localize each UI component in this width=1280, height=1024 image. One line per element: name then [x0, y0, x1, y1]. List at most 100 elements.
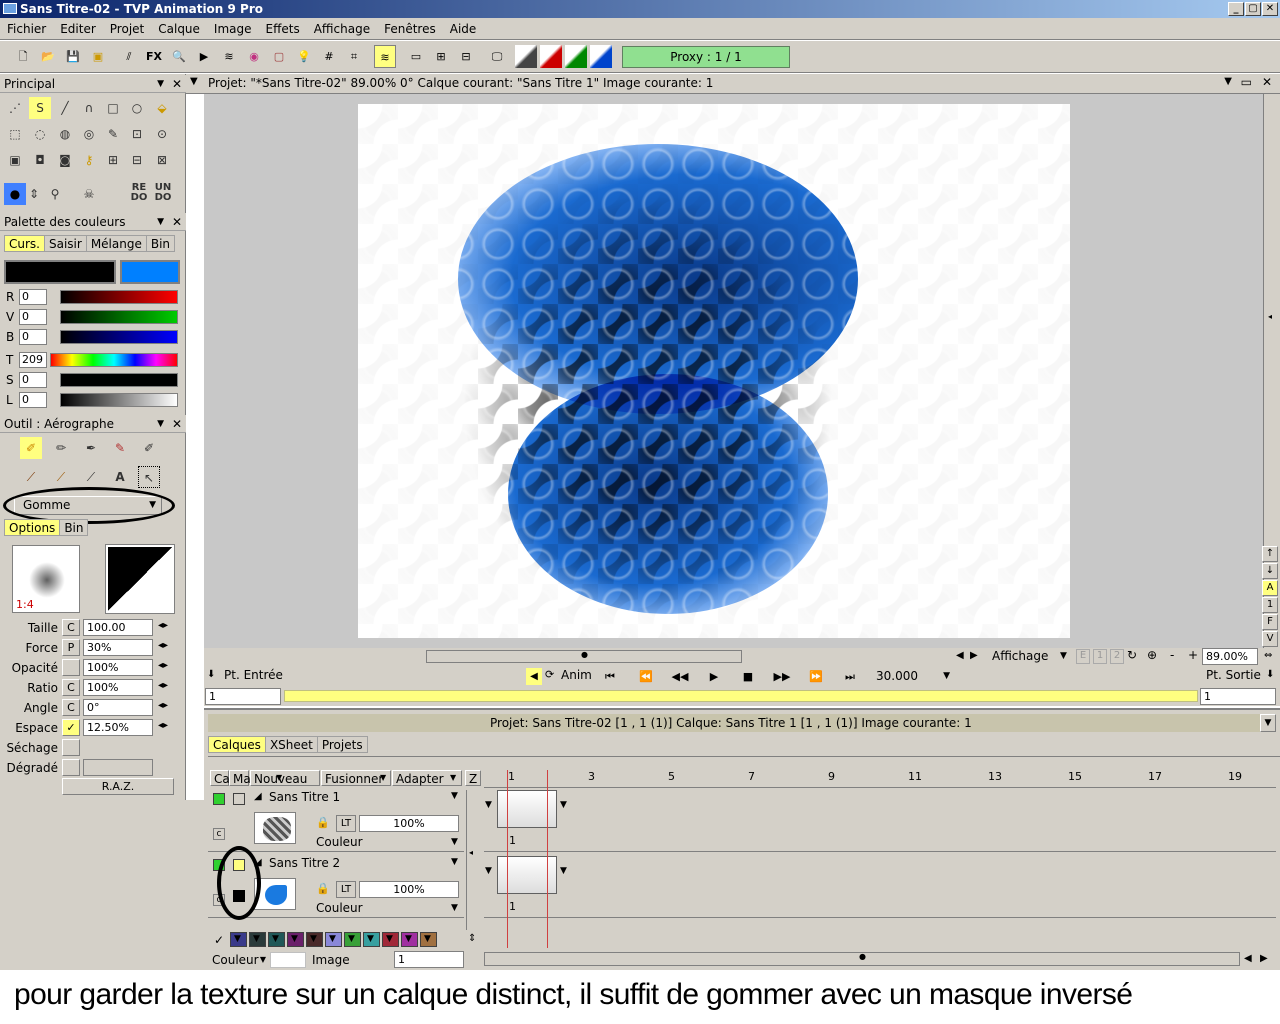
brush-preview[interactable]: 1:4 [12, 545, 80, 613]
menu-projet[interactable]: Projet [103, 18, 151, 40]
step-forward-icon[interactable]: ▶▶ [768, 668, 796, 686]
drawing-canvas[interactable] [358, 104, 1070, 638]
tab-bin[interactable]: Bin [145, 235, 176, 252]
folder-icon[interactable]: ▣ [87, 45, 109, 68]
select-lasso-icon[interactable]: ◍ [54, 123, 76, 145]
col-ma[interactable]: Ma [229, 770, 251, 786]
chevron-down-icon[interactable]: ▼ [157, 415, 164, 433]
minimize-button[interactable]: _ [1228, 2, 1244, 16]
skull-icon[interactable]: ☠ [78, 183, 100, 205]
color-group-chip[interactable]: ▼ [325, 932, 342, 947]
curve-tool-icon[interactable]: ∩ [78, 97, 100, 119]
open-folder-icon[interactable]: 📂 [37, 45, 59, 68]
couleur-dropdown[interactable]: Couleur ▼ [208, 951, 268, 969]
transform-icon[interactable]: ⊞ [102, 149, 124, 171]
arrows-icon[interactable]: ◂▸ [158, 660, 168, 671]
paint-select-icon[interactable]: ◙ [54, 149, 76, 171]
fps-select[interactable]: 30.000 ▼ [872, 668, 954, 685]
mask-toggle[interactable] [233, 793, 245, 805]
brush-select-icon[interactable]: ▣ [4, 149, 26, 171]
zoom-icon[interactable]: 🔍 [168, 45, 190, 68]
col-ca[interactable]: Ca [210, 770, 230, 786]
out-point-field[interactable]: 1 [1200, 688, 1276, 705]
opacity-field[interactable]: 100% [359, 815, 459, 832]
lock-icon[interactable]: 🔒 [316, 816, 330, 829]
param-value-field[interactable]: 100% [83, 659, 153, 676]
restore-icon[interactable]: ▭ [1241, 75, 1252, 89]
zoom-in-button[interactable]: + [1188, 648, 1198, 662]
keyframe-instance[interactable] [497, 856, 557, 894]
color-group-chip[interactable]: ▼ [420, 932, 437, 947]
light-table-button[interactable]: LT [336, 815, 356, 832]
side-1-button[interactable]: 1 [1262, 597, 1278, 613]
scroll-thumb[interactable]: ● [581, 650, 588, 659]
table-icon[interactable]: ⊞ [430, 45, 452, 68]
lock-icon[interactable]: 🔒 [316, 882, 330, 895]
secondary-color-swatch[interactable] [120, 260, 180, 284]
new-file-icon[interactable]: 🗋 [12, 45, 34, 68]
arrow-left-icon[interactable]: ◀ [956, 650, 964, 661]
step-back-icon[interactable]: ◀◀ [666, 668, 694, 686]
chevron-down-icon[interactable]: ▼ [1260, 714, 1276, 732]
scroll-thumb[interactable]: ◂ [469, 848, 473, 857]
layers-icon[interactable]: ≋ [218, 45, 240, 68]
pt-sortie-button[interactable]: Pt. Sortie [1206, 668, 1261, 682]
param-mode-button[interactable]: C [62, 619, 80, 636]
pencil-tool-icon[interactable]: ✏ [50, 437, 72, 459]
custom-tool-icon[interactable]: ↖ [138, 466, 160, 488]
dotted-line-tool-icon[interactable]: ⋰ [4, 97, 26, 119]
tab-bin[interactable]: Bin [59, 519, 89, 536]
reset-button[interactable]: R.A.Z. [62, 778, 174, 795]
param-mode-button[interactable] [62, 759, 80, 776]
slider-s[interactable] [60, 373, 178, 387]
chevron-down-icon[interactable]: ▼ [1060, 651, 1067, 661]
arrow-down-icon[interactable]: ⬇ [1266, 669, 1274, 680]
slider-t[interactable] [50, 353, 178, 367]
stop-icon[interactable]: ■ [734, 668, 762, 686]
slider-l[interactable] [60, 393, 178, 407]
frame-icon[interactable]: ▢ [268, 45, 290, 68]
side-v-button[interactable]: V [1262, 631, 1278, 647]
menu-fenetres[interactable]: Fenêtres [377, 18, 443, 40]
fill-tool-icon[interactable]: ⬙ [151, 97, 173, 119]
arrows-icon[interactable]: ◂▸ [158, 700, 168, 711]
param-value-field[interactable] [83, 759, 153, 776]
split-view-icon[interactable]: ⊟ [455, 45, 477, 68]
warp-icon[interactable]: ⊟ [126, 149, 148, 171]
maximize-button[interactable]: ▢ [1245, 2, 1261, 16]
color-group-chip[interactable]: ▼ [268, 932, 285, 947]
tab-calques[interactable]: Calques [208, 736, 266, 753]
arrow-down-icon[interactable]: ⬇ [207, 669, 215, 680]
visibility-toggle[interactable] [213, 793, 225, 805]
menu-fichier[interactable]: Fichier [0, 18, 53, 40]
value-s[interactable]: 0 [19, 372, 47, 388]
menu-aide[interactable]: Aide [443, 18, 484, 40]
color-group-chip[interactable]: ▼ [382, 932, 399, 947]
pt-entree-button[interactable]: Pt. Entrée [224, 668, 283, 682]
value-v[interactable]: 0 [19, 309, 47, 325]
layer-track[interactable]: ▼ ▼ 1 [484, 788, 1276, 852]
arrows-updown-icon[interactable]: ⇕ [468, 933, 476, 944]
go-end-icon[interactable]: ⏭ [836, 668, 864, 686]
chevron-down-icon[interactable]: ▼ [560, 866, 567, 876]
line-tool-icon[interactable]: ╱ [54, 97, 76, 119]
select-rect-icon[interactable]: ⬚ [4, 123, 26, 145]
color-group-chip[interactable]: ▼ [249, 932, 266, 947]
menu-editer[interactable]: Editer [53, 18, 103, 40]
side-f-button[interactable]: F [1262, 614, 1278, 630]
save-icon[interactable]: 💾 [62, 45, 84, 68]
airbrush-tool-icon[interactable]: ✐ [20, 437, 42, 459]
pressure-curve[interactable] [105, 544, 175, 614]
tab-projets[interactable]: Projets [316, 736, 368, 753]
crop-select-icon[interactable]: ⊡ [126, 123, 148, 145]
arrows-icon[interactable]: ◂▸ [158, 640, 168, 651]
light-table-button[interactable]: LT [336, 881, 356, 898]
affichage-dropdown[interactable]: Affichage [992, 649, 1048, 663]
menu-calque[interactable]: Calque [151, 18, 207, 40]
mask-red-icon[interactable] [540, 45, 562, 68]
param-mode-button[interactable]: C [62, 679, 80, 696]
paintbrush-tool-icon[interactable]: ⟋ [20, 466, 42, 488]
layer-name[interactable]: Sans Titre 2 [269, 856, 340, 870]
rectangle-tool-icon[interactable]: □ [102, 97, 124, 119]
select-free-icon[interactable]: ◎ [78, 123, 100, 145]
